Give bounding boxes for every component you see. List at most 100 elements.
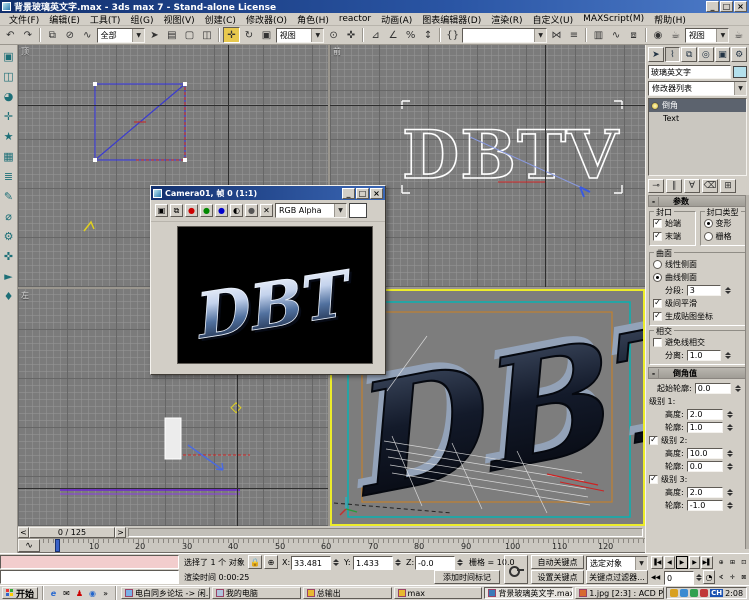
mail-icon[interactable]: ✉: [61, 588, 72, 599]
language-indicator[interactable]: CH: [710, 589, 723, 597]
menu-views[interactable]: 视图(V): [158, 12, 199, 27]
next-frame-button[interactable]: >: [115, 527, 126, 538]
make-unique-icon[interactable]: ∀: [684, 179, 700, 193]
snap-toggle-icon[interactable]: ⊿: [367, 27, 384, 43]
blue-channel-icon[interactable]: ●: [215, 204, 228, 217]
menu-reactor[interactable]: reactor: [334, 13, 376, 25]
schematic-view-icon[interactable]: ⧈: [625, 27, 642, 43]
show-end-result-icon[interactable]: ∥: [666, 179, 682, 193]
chevron-down-icon[interactable]: ▼: [132, 29, 144, 42]
reference-coord-dropdown[interactable]: 视图▼: [276, 28, 325, 43]
pan-icon[interactable]: ✛: [727, 571, 737, 584]
maximize-viewport-icon[interactable]: ⊠: [739, 571, 749, 584]
y-spinner[interactable]: [393, 557, 402, 568]
quick-render-icon[interactable]: ☕: [730, 27, 747, 43]
time-slider-handle[interactable]: 0 / 125: [29, 527, 115, 538]
modifier-enable-bulb-icon[interactable]: [651, 102, 659, 110]
tab-toolbar-icon-7[interactable]: ✎: [1, 189, 16, 204]
zoom-extents-icon[interactable]: ⊡: [739, 556, 749, 569]
viewport-left-label[interactable]: 左: [21, 290, 29, 301]
task-forum[interactable]: 电白同乡论坛 -> 闲...: [121, 587, 210, 599]
keep-lines-from-crossing-checkbox[interactable]: [653, 338, 662, 347]
tab-toolbar-icon-1[interactable]: ◫: [1, 69, 16, 84]
camera-window-titlebar[interactable]: Camera01, 帧 0 (1:1) _ □ ×: [151, 186, 385, 200]
tab-toolbar-icon-10[interactable]: ✜: [1, 249, 16, 264]
task-my-computer[interactable]: 我的电脑: [212, 587, 301, 599]
use-pivot-icon[interactable]: ⊙: [325, 27, 342, 43]
maxscript-listener-pink[interactable]: [0, 555, 179, 569]
task-folder-output[interactable]: 总输出: [303, 587, 392, 599]
z-spinner[interactable]: [455, 557, 464, 568]
object-name-field[interactable]: 玻璃英文字: [648, 65, 731, 79]
segments-field[interactable]: 3: [687, 285, 721, 296]
save-bitmap-icon[interactable]: ▣: [155, 204, 168, 217]
zoom-all-icon[interactable]: ⊞: [727, 556, 737, 569]
absolute-offset-icon[interactable]: ⊕: [264, 555, 278, 569]
set-key-button[interactable]: [504, 555, 528, 584]
menu-help[interactable]: 帮助(H): [649, 12, 691, 27]
angle-snap-icon[interactable]: ∠: [385, 27, 402, 43]
bind-spacewarp-icon[interactable]: ∿: [79, 27, 96, 43]
named-selection-dropdown[interactable]: ▼: [462, 28, 547, 43]
camera-close-button[interactable]: ×: [370, 188, 383, 199]
level2-checkbox[interactable]: [649, 436, 658, 445]
manipulate-icon[interactable]: ✜: [343, 27, 360, 43]
key-filters-button[interactable]: 关键点过滤器...: [586, 570, 648, 584]
x-field[interactable]: 33.481: [291, 556, 331, 570]
x-spinner[interactable]: [331, 557, 340, 568]
go-to-end-icon[interactable]: ▶▌: [701, 556, 713, 569]
selection-lock-icon[interactable]: 🔒: [248, 555, 262, 569]
select-by-name-icon[interactable]: ▤: [164, 27, 181, 43]
level2-height-field[interactable]: 10.0: [687, 448, 723, 459]
menu-edit[interactable]: 编辑(E): [44, 12, 85, 27]
track-bar[interactable]: ∿ 10 20 30 40 50 60 70 80 90 100 110 120: [18, 539, 645, 553]
select-object-icon[interactable]: ➤: [146, 27, 163, 43]
maximize-button[interactable]: □: [720, 1, 733, 12]
rotate-icon[interactable]: ↻: [241, 27, 258, 43]
camera-maximize-button[interactable]: □: [356, 188, 369, 199]
region-select-icon[interactable]: ▢: [181, 27, 198, 43]
stack-item-text[interactable]: Text: [649, 112, 746, 125]
set-key-mode-button[interactable]: 设置关键点: [531, 570, 584, 584]
tab-toolbar-icon-8[interactable]: ⌀: [1, 209, 16, 224]
pin-stack-icon[interactable]: ⊸: [648, 179, 664, 193]
tray-icon-4[interactable]: [700, 589, 708, 597]
background-color-swatch[interactable]: [349, 203, 367, 218]
menu-modifiers[interactable]: 修改器(O): [241, 12, 292, 27]
play-icon[interactable]: ▶: [676, 556, 688, 569]
select-link-icon[interactable]: ⧉: [44, 27, 61, 43]
menu-file[interactable]: 文件(F): [4, 12, 44, 27]
separation-field[interactable]: 1.0: [687, 350, 721, 361]
menu-graph-editors[interactable]: 图表编辑器(D): [417, 12, 486, 27]
menu-tools[interactable]: 工具(T): [85, 12, 126, 27]
frame-spinner[interactable]: [694, 572, 703, 583]
viewport-front-label[interactable]: 前: [333, 46, 341, 57]
object-color-swatch[interactable]: [733, 66, 747, 78]
remove-modifier-icon[interactable]: ⌫: [702, 179, 718, 193]
percent-snap-icon[interactable]: %: [402, 27, 419, 43]
key-selection-dropdown[interactable]: 选定对象▼: [586, 556, 648, 571]
level3-checkbox[interactable]: [649, 475, 658, 484]
time-configuration-icon[interactable]: ◔: [703, 570, 715, 584]
layer-manager-icon[interactable]: ▥: [590, 27, 607, 43]
menu-character[interactable]: 角色(H): [292, 12, 334, 27]
media-player-icon[interactable]: ◉: [87, 588, 98, 599]
tab-modify-icon[interactable]: ⌇: [665, 47, 681, 62]
cap-type-grid-radio[interactable]: [704, 232, 713, 241]
previous-frame-button[interactable]: <: [18, 527, 29, 538]
monochrome-icon[interactable]: ◐: [230, 204, 243, 217]
key-step-icon[interactable]: ◀◀: [651, 570, 663, 584]
level2-outline-field[interactable]: 0.0: [687, 461, 723, 472]
time-slider-groove[interactable]: [128, 528, 643, 537]
alpha-channel-icon[interactable]: ●: [245, 204, 258, 217]
stack-item-bevel[interactable]: 倒角: [649, 99, 746, 112]
level1-height-field[interactable]: 2.0: [687, 409, 723, 420]
tab-toolbar-icon-6[interactable]: ≣: [1, 169, 16, 184]
zoom-icon[interactable]: ⊕: [716, 556, 726, 569]
y-field[interactable]: 1.433: [353, 556, 393, 570]
linear-sides-radio[interactable]: [653, 260, 662, 269]
red-channel-icon[interactable]: ●: [185, 204, 198, 217]
redo-icon[interactable]: ↷: [20, 27, 37, 43]
modifier-list-dropdown[interactable]: 修改器列表▼: [648, 81, 747, 96]
viewport-top-label[interactable]: 顶: [21, 46, 29, 57]
